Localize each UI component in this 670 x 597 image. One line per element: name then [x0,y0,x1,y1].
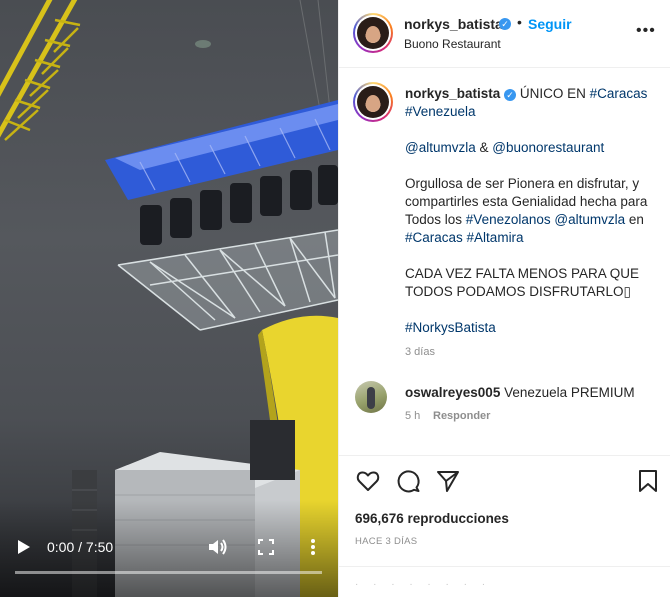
separator-dot: • [517,14,522,30]
comment-timestamp[interactable]: 5 h [405,410,420,422]
fullscreen-icon[interactable] [257,538,275,556]
mention-link[interactable]: @buonorestaurant [492,140,604,155]
author-avatar[interactable] [353,13,393,53]
comment-body: Venezuela PREMIUM [504,385,635,400]
reply-button[interactable]: Responder [433,410,490,422]
hashtag-link[interactable]: #Altamira [467,230,524,245]
post-date[interactable]: HACE 3 DÍAS [355,536,417,547]
play-icon[interactable] [15,537,33,557]
verified-badge-icon: ✓ [499,18,511,30]
video-player[interactable]: 0:00 / 7:50 [0,0,338,597]
hashtag-link[interactable]: #Venezolanos [466,212,551,227]
author-username[interactable]: norkys_batista [404,16,503,32]
more-options-icon[interactable] [306,537,320,557]
loading-dots: · · · · · · · · [355,579,492,590]
commenter-avatar[interactable] [355,381,387,413]
caption-text-fragment: CADA VEZ FALTA MENOS PARA QUE TODOS PODA… [405,266,640,299]
caption-text: norkys_batista ✓ ÚNICO EN #Caracas #Vene… [405,85,655,355]
caption-text-fragment: en [625,212,644,227]
video-time: 0:00 / 7:50 [47,539,114,555]
add-comment-area[interactable]: · · · · · · · · [339,566,670,597]
hashtag-link[interactable]: #Venezuela [405,104,476,119]
bookmark-icon[interactable] [635,468,661,494]
view-count[interactable]: 696,676 reproducciones [355,511,509,526]
paper-plane-icon[interactable] [435,468,461,494]
post-panel: norkys_batista ✓ • Seguir Buono Restaura… [338,0,670,597]
caption-username[interactable]: norkys_batista [405,86,500,101]
post-header: norkys_batista ✓ • Seguir Buono Restaura… [339,0,670,68]
caption-avatar[interactable] [353,82,393,122]
mention-link[interactable]: @altumvzla [554,212,625,227]
video-frame [0,0,338,597]
commenter-username[interactable]: oswalreyes005 [405,385,500,400]
action-bar: 696,676 reproducciones HACE 3 DÍAS [339,455,670,555]
more-options-icon[interactable]: ••• [636,22,656,40]
hashtag-link[interactable]: #Caracas [405,230,463,245]
hashtag-link[interactable]: #NorkysBatista [405,320,496,335]
caption-text-fragment: & [475,140,493,155]
follow-button[interactable]: Seguir [528,16,572,32]
video-progress-bar[interactable] [15,571,322,574]
heart-outline-icon[interactable] [355,468,381,494]
post-location[interactable]: Buono Restaurant [404,37,501,51]
speech-bubble-icon[interactable] [395,468,421,494]
caption-timestamp[interactable]: 3 días [405,346,435,358]
mention-link[interactable]: @altumvzla [405,140,476,155]
verified-badge-icon: ✓ [504,89,517,101]
comment-text: oswalreyes005 Venezuela PREMIUM [405,385,635,400]
comments-area[interactable]: norkys_batista ✓ ÚNICO EN #Caracas #Vene… [339,69,670,455]
volume-icon[interactable] [207,537,229,557]
hashtag-link[interactable]: #Caracas [590,86,648,101]
caption-line1-text: ÚNICO EN [519,86,590,101]
